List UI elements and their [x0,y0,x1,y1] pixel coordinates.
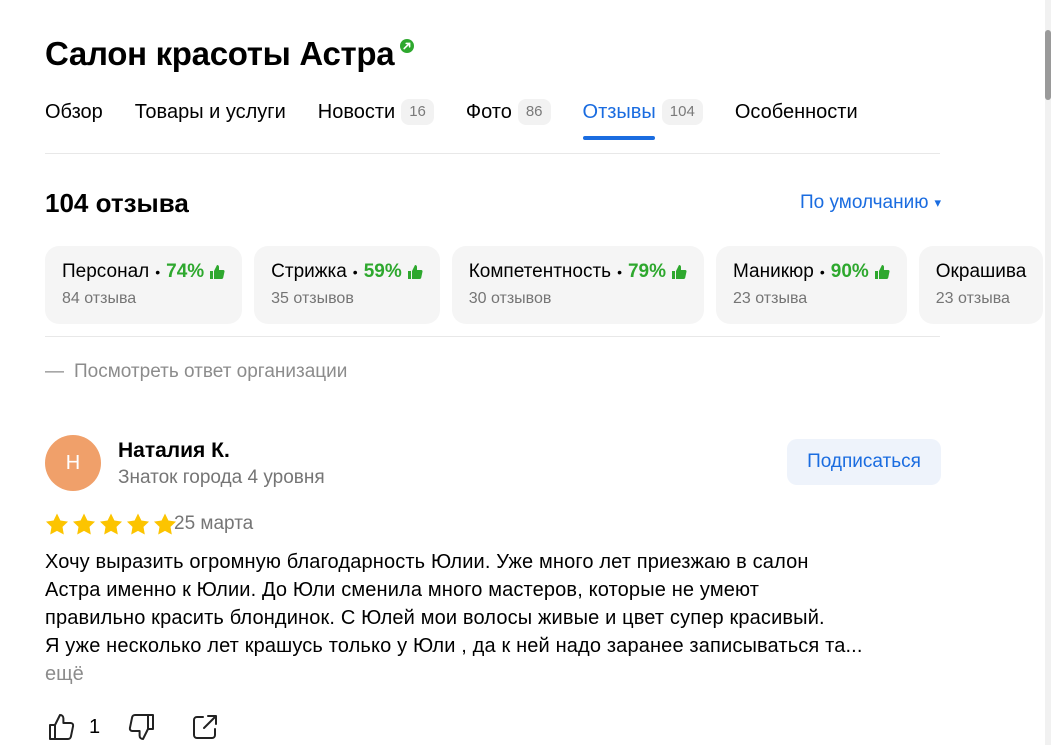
tab-count-badge: 16 [401,99,434,125]
tab-label: Особенности [734,101,858,123]
aspect-name: Маникюр [733,261,814,282]
scrollbar-thumb[interactable] [1045,30,1051,100]
aspect-chip-coloring[interactable]: Окрашива 23 отзыва [918,246,1044,324]
tab-label: Новости [317,101,396,123]
section-divider [45,336,940,337]
aspect-chip-haircut[interactable]: Стрижка • 59% 35 отзывов [254,246,440,324]
aspect-count: 30 отзывов [468,290,552,307]
dislike-button[interactable] [126,712,156,742]
aspect-percent: 79% [627,261,666,282]
aspect-name: Стрижка [271,261,347,282]
tabs: Обзор Товары и услуги Новости 16 Фото 86… [45,98,858,140]
tab-goods-services[interactable]: Товары и услуги [135,98,286,140]
author-name[interactable]: Наталия К. [118,438,230,464]
tabs-divider [45,153,940,154]
dash: — [45,361,64,382]
review-text-line: Астра именно к Юлии. До Юли сменила мног… [45,579,760,601]
title-row: Салон красоты Астра [45,34,415,74]
verified-icon [400,39,415,53]
aspect-name: Компетентность [468,261,612,282]
star-icon [46,513,68,535]
thumbs-up-icon [407,265,423,279]
tab-label: Фото [465,101,512,123]
tab-photos[interactable]: Фото 86 [466,98,551,140]
aspect-chips: Персонал • 74% 84 отзыва Стрижка • 59% 3… [45,246,1044,324]
thumbs-down-icon [128,714,155,740]
thumbs-up-icon [672,265,687,279]
sort-label: По умолчанию [799,192,929,213]
thumbs-up-icon [874,265,890,279]
share-icon [193,715,218,739]
aspect-chip-competence[interactable]: Компетентность • 79% 30 отзывов [451,246,704,324]
star-icon [100,513,122,535]
aspect-chip-manicure[interactable]: Маникюр • 90% 23 отзыва [716,246,907,324]
tab-count-badge: 86 [517,99,551,125]
tab-count-badge: 104 [661,99,703,125]
aspect-percent: 59% [363,261,402,282]
tab-label: Отзывы [582,101,656,123]
review-text-line: Хочу выразить огромную благодарность Юли… [45,551,809,573]
tab-label: Товары и услуги [134,101,286,123]
aspect-name: Персонал [62,261,150,282]
aspect-count: 84 отзыва [62,290,137,307]
tab-overview[interactable]: Обзор [45,98,103,140]
read-more-link[interactable]: ещё [45,660,84,688]
aspect-percent: 74% [166,261,205,282]
review-text-line: Я уже несколько лет крашусь только у Юли… [45,635,863,657]
tab-features[interactable]: Особенности [735,98,858,140]
tab-reviews[interactable]: Отзывы 104 [582,98,703,140]
avatar[interactable]: Н [45,435,101,491]
reviews-count: 104 отзыва [45,188,189,218]
review-text: Хочу выразить огромную благодарность Юли… [45,548,945,660]
tab-label: Обзор [45,101,103,123]
sort-dropdown[interactable]: По умолчанию ▾ [800,190,941,216]
aspect-dot: • [819,264,825,280]
subscribe-button[interactable]: Подписаться [787,439,941,485]
like-count: 1 [89,716,101,738]
thumbs-up-icon [49,714,75,740]
aspect-count: 23 отзыва [733,290,808,307]
review-actions: 1 [47,712,220,742]
review-date: 25 марта [174,513,254,534]
aspect-dot: • [155,264,161,280]
chevron-down-icon: ▾ [934,195,941,210]
scrollbar[interactable] [1045,0,1051,745]
like-button[interactable]: 1 [47,712,100,742]
author-level: Знаток города 4 уровня [118,467,325,488]
star-icon [73,513,95,535]
thumbs-up-icon [210,265,225,279]
page-title: Салон красоты Астра [45,35,395,72]
aspect-count: 35 отзывов [271,290,354,307]
tab-news[interactable]: Новости 16 [318,98,434,140]
review-text-line: правильно красить блондинок. С Юлей мои … [45,607,825,629]
rating-stars [45,513,177,535]
org-reply-label: Посмотреть ответ организации [74,361,348,382]
aspect-dot: • [617,264,622,280]
share-button[interactable] [190,712,220,742]
aspect-name: Окрашива [935,261,1027,282]
aspect-percent: 90% [830,261,869,282]
aspect-count: 23 отзыва [935,290,1010,307]
aspect-dot: • [352,264,358,280]
view-org-reply-link[interactable]: — Посмотреть ответ организации [45,360,347,384]
star-icon [127,513,149,535]
aspect-chip-staff[interactable]: Персонал • 74% 84 отзыва [45,246,243,324]
